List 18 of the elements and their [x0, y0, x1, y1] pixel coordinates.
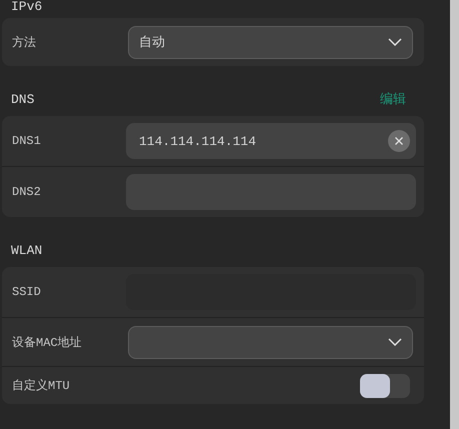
field-label: 设备MAC地址	[12, 334, 83, 350]
field-label: SSID	[12, 285, 42, 299]
clear-icon[interactable]	[388, 130, 410, 152]
edit-link[interactable]: 编辑	[380, 90, 406, 108]
section-title: IPv6	[11, 0, 42, 14]
section-title: WLAN	[11, 242, 42, 258]
dropdown[interactable]	[128, 326, 413, 358]
field-label: 自定义MTU	[12, 378, 71, 394]
chevron-down-icon	[388, 38, 402, 46]
chevron-down-icon	[388, 338, 402, 346]
input-field[interactable]: 114.114.114.114	[126, 123, 416, 159]
toggle-switch[interactable]	[360, 374, 410, 398]
section-title: DNS	[11, 92, 34, 106]
scrollbar[interactable]	[450, 0, 459, 429]
field-label: DNS2	[12, 185, 42, 199]
field-label: DNS1	[12, 134, 42, 148]
dropdown[interactable]: 自动	[128, 26, 413, 58]
field-label: 方法	[12, 34, 37, 50]
